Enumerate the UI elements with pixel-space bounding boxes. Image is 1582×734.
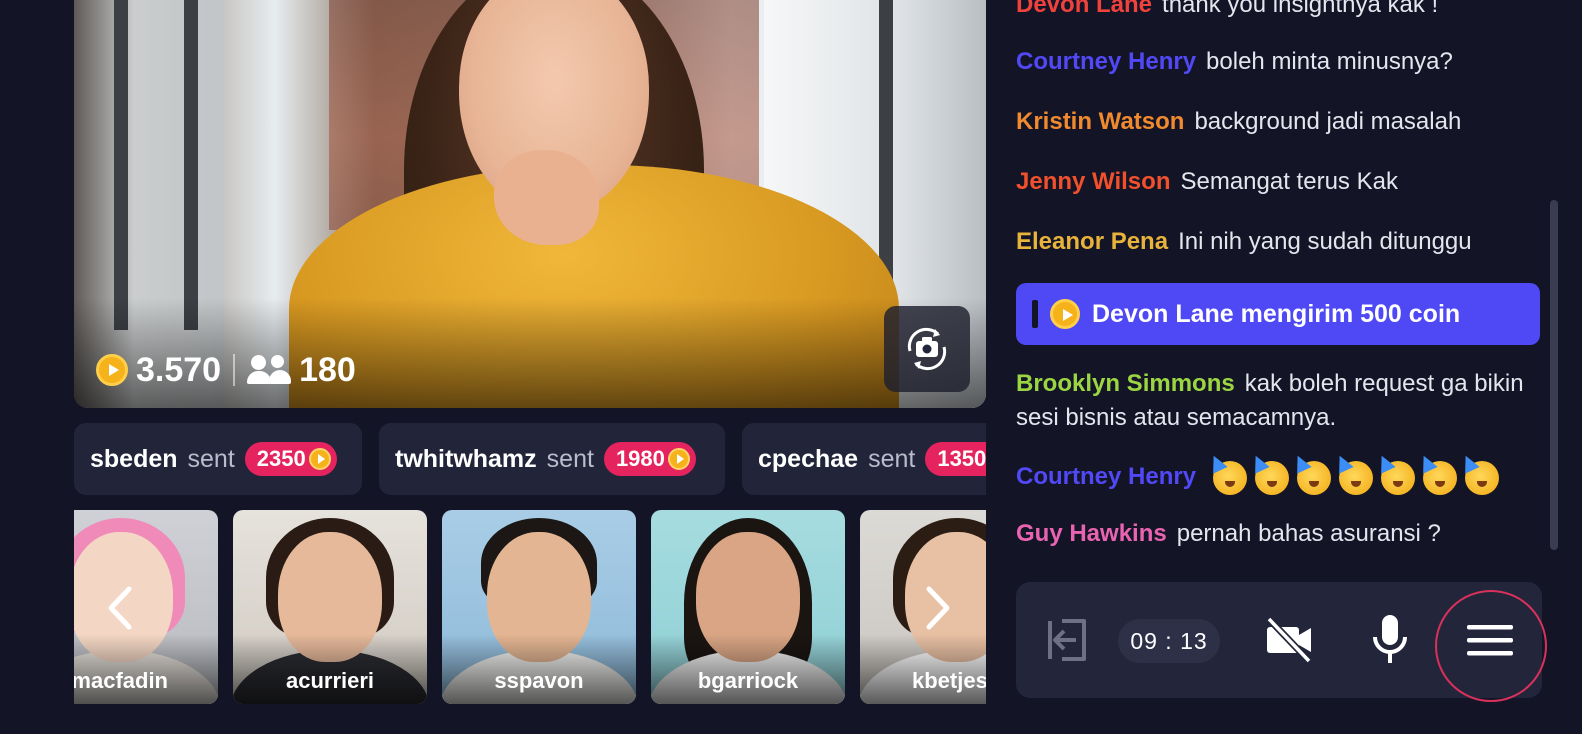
gift-sender: cpechae bbox=[758, 444, 859, 473]
camera-rotate-icon bbox=[907, 327, 947, 371]
participant-tile[interactable]: bgarriock bbox=[651, 510, 845, 704]
camera-toggle-button[interactable] bbox=[1259, 582, 1319, 698]
participants-next-button[interactable] bbox=[918, 580, 958, 636]
chat-message: Devon Lane thank you insightnya kak ! bbox=[1016, 0, 1536, 22]
coin-icon bbox=[96, 354, 128, 386]
participant-name: macfadin bbox=[74, 668, 168, 693]
participants-prev-button[interactable] bbox=[100, 580, 140, 636]
chat-text: Ini nih yang sudah ditunggu bbox=[1178, 228, 1472, 255]
gift-amount-badge: 1980 bbox=[603, 442, 696, 476]
participant-name: kbetjes bbox=[912, 668, 986, 693]
coin-icon bbox=[308, 448, 331, 470]
partying-face-icon bbox=[1422, 460, 1457, 495]
coin-total: 3.570 bbox=[136, 350, 222, 389]
stats-divider bbox=[233, 354, 236, 386]
chevron-right-icon bbox=[926, 586, 950, 630]
chat-username: Guy Hawkins bbox=[1016, 520, 1167, 547]
chat-username: Courtney Henry bbox=[1016, 48, 1197, 75]
participant-name: acurrieri bbox=[285, 668, 375, 693]
chat-username: Brooklyn Simmons bbox=[1016, 370, 1235, 397]
gift-sender: sbeden bbox=[90, 444, 178, 473]
stream-stats: 3.570 180 bbox=[96, 350, 356, 390]
call-timer: 09 : 13 bbox=[1118, 619, 1220, 663]
chat-scrollbar[interactable] bbox=[1550, 200, 1558, 550]
chat-message: Courtney Henry bbox=[1016, 460, 1536, 495]
leave-button[interactable] bbox=[1036, 582, 1098, 698]
microphone-button[interactable] bbox=[1362, 582, 1418, 698]
gift-item: sbeden sent 2350 bbox=[74, 423, 362, 495]
flip-camera-button[interactable] bbox=[884, 306, 970, 392]
participant-tile[interactable]: macfadin bbox=[74, 510, 218, 704]
video-off-icon bbox=[1266, 616, 1312, 664]
exit-icon bbox=[1048, 619, 1086, 661]
participant-name: sspavon bbox=[494, 668, 584, 693]
partying-face-icon bbox=[1464, 460, 1499, 495]
viewer-count: 180 bbox=[299, 350, 356, 389]
partying-face-icon bbox=[1380, 460, 1415, 495]
participant-name: bgarriock bbox=[697, 668, 799, 693]
partying-face-icon bbox=[1212, 460, 1247, 495]
gift-amount-badge: 1350 bbox=[925, 442, 986, 476]
chat-message: Jenny Wilson Semangat terus Kak bbox=[1016, 165, 1536, 199]
gift-system-message: Devon Lane mengirim 500 coin bbox=[1016, 283, 1540, 345]
participant-tile[interactable]: acurrieri bbox=[233, 510, 427, 704]
gift-sender: twhitwhamz bbox=[395, 444, 537, 473]
chat-text: Semangat terus Kak bbox=[1180, 168, 1398, 195]
chat-text: background jadi masalah bbox=[1194, 108, 1462, 135]
emoji-row bbox=[1212, 460, 1499, 495]
chat-username: Courtney Henry bbox=[1016, 463, 1197, 490]
live-stream-screen: 3.570 180 sbeden sent 2350 twhitwhamz se… bbox=[0, 0, 1582, 734]
viewers-icon bbox=[247, 355, 292, 385]
live-chat: Devon Lane thank you insightnya kak ! Cou… bbox=[1016, 0, 1544, 570]
gift-item: cpechae sent 1350 bbox=[742, 423, 986, 495]
system-message-text: Devon Lane mengirim 500 coin bbox=[1092, 299, 1461, 328]
chat-message: Eleanor Pena Ini nih yang sudah ditunggu bbox=[1016, 225, 1536, 259]
gift-verb: sent bbox=[187, 444, 235, 473]
microphone-icon bbox=[1373, 615, 1407, 663]
chat-text: boleh minta minusnya? bbox=[1206, 48, 1453, 75]
chat-username: Eleanor Pena bbox=[1016, 228, 1169, 255]
chevron-left-icon bbox=[108, 586, 132, 630]
partying-face-icon bbox=[1254, 460, 1289, 495]
chat-username: Devon Lane bbox=[1016, 0, 1153, 18]
chat-message: Kristin Watson background jadi masalah bbox=[1016, 105, 1536, 139]
partying-face-icon bbox=[1338, 460, 1373, 495]
chat-username: Jenny Wilson bbox=[1016, 168, 1171, 195]
menu-highlight-ring bbox=[1435, 590, 1547, 702]
partying-face-icon bbox=[1296, 460, 1331, 495]
participant-strip: macfadin acurrieri sspavon bgarriock kbe… bbox=[74, 510, 986, 704]
chat-text: pernah bahas asuransi ? bbox=[1176, 520, 1441, 547]
chat-message: Brooklyn Simmons kak boleh request ga bik… bbox=[1016, 367, 1536, 435]
chat-username: Kristin Watson bbox=[1016, 108, 1185, 135]
chat-message: Courtney Henry boleh minta minusnya? bbox=[1016, 45, 1536, 79]
participant-tile[interactable]: sspavon bbox=[442, 510, 636, 704]
gift-verb: sent bbox=[868, 444, 916, 473]
gift-feed: sbeden sent 2350 twhitwhamz sent 1980 cp… bbox=[74, 423, 986, 495]
gift-amount-badge: 2350 bbox=[244, 442, 337, 476]
coin-icon bbox=[667, 448, 690, 470]
gift-item: twhitwhamz sent 1980 bbox=[379, 423, 725, 495]
coin-icon bbox=[1050, 299, 1080, 329]
chat-text: thank you insightnya kak ! bbox=[1162, 0, 1439, 18]
chat-message: Guy Hawkins pernah bahas asuransi ? bbox=[1016, 517, 1536, 551]
gift-verb: sent bbox=[546, 444, 594, 473]
host-video bbox=[74, 0, 986, 408]
